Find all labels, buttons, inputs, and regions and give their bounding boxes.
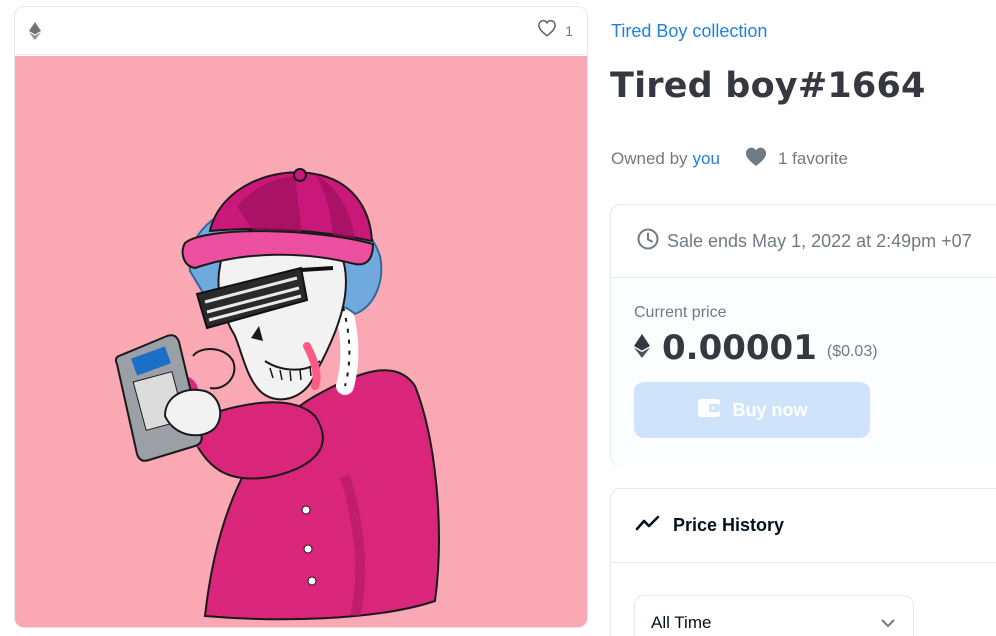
ethereum-icon <box>634 333 650 364</box>
price-row: 0.00001 ($0.03) <box>634 328 996 368</box>
heart-filled-icon <box>744 146 768 172</box>
price-history-body: All Time <box>611 563 996 636</box>
ethereum-icon <box>29 21 41 40</box>
trending-line-icon <box>635 515 661 536</box>
price-history-title: Price History <box>673 515 785 535</box>
time-range-value: All Time <box>651 613 712 632</box>
current-price-label: Current price <box>634 304 727 321</box>
owner-link[interactable]: you <box>693 149 720 169</box>
collection-link[interactable]: Tired Boy collection <box>611 21 767 42</box>
clock-icon <box>636 227 660 256</box>
price-history-header[interactable]: Price History <box>611 489 996 563</box>
favorite-summary: 1 favorite <box>744 146 848 172</box>
price-usd: ($0.03) <box>826 343 878 360</box>
buy-now-label: Buy now <box>732 399 808 420</box>
chevron-down-icon <box>881 613 895 633</box>
sale-end-text: Sale ends May 1, 2022 at 2:49pm +07 <box>667 230 972 251</box>
wallet-icon <box>697 398 721 423</box>
buy-now-button[interactable]: Buy now <box>634 382 870 438</box>
price-history-panel: Price History All Time <box>610 488 996 636</box>
nft-artwork-image[interactable] <box>15 56 587 627</box>
favorite-count: 1 <box>565 22 573 39</box>
heart-outline-icon <box>537 19 557 42</box>
page-title: Tired boy#1664 <box>610 66 926 106</box>
sale-panel: Sale ends May 1, 2022 at 2:49pm +07 Curr… <box>610 204 996 466</box>
time-range-select[interactable]: All Time <box>634 595 914 636</box>
owner-row: Owned by you 1 favorite <box>611 146 848 172</box>
sale-body: Current price 0.00001 ($0.03) Buy now <box>611 278 996 466</box>
owned-by-label: Owned by <box>611 149 688 168</box>
favorite-count-text: 1 favorite <box>777 149 848 168</box>
price-value: 0.00001 <box>662 328 817 368</box>
sale-end-header: Sale ends May 1, 2022 at 2:49pm +07 <box>611 205 996 278</box>
artwork-card-header: 1 <box>15 7 587 55</box>
favorite-button[interactable]: 1 <box>537 19 573 42</box>
artwork-card: 1 <box>14 6 588 628</box>
